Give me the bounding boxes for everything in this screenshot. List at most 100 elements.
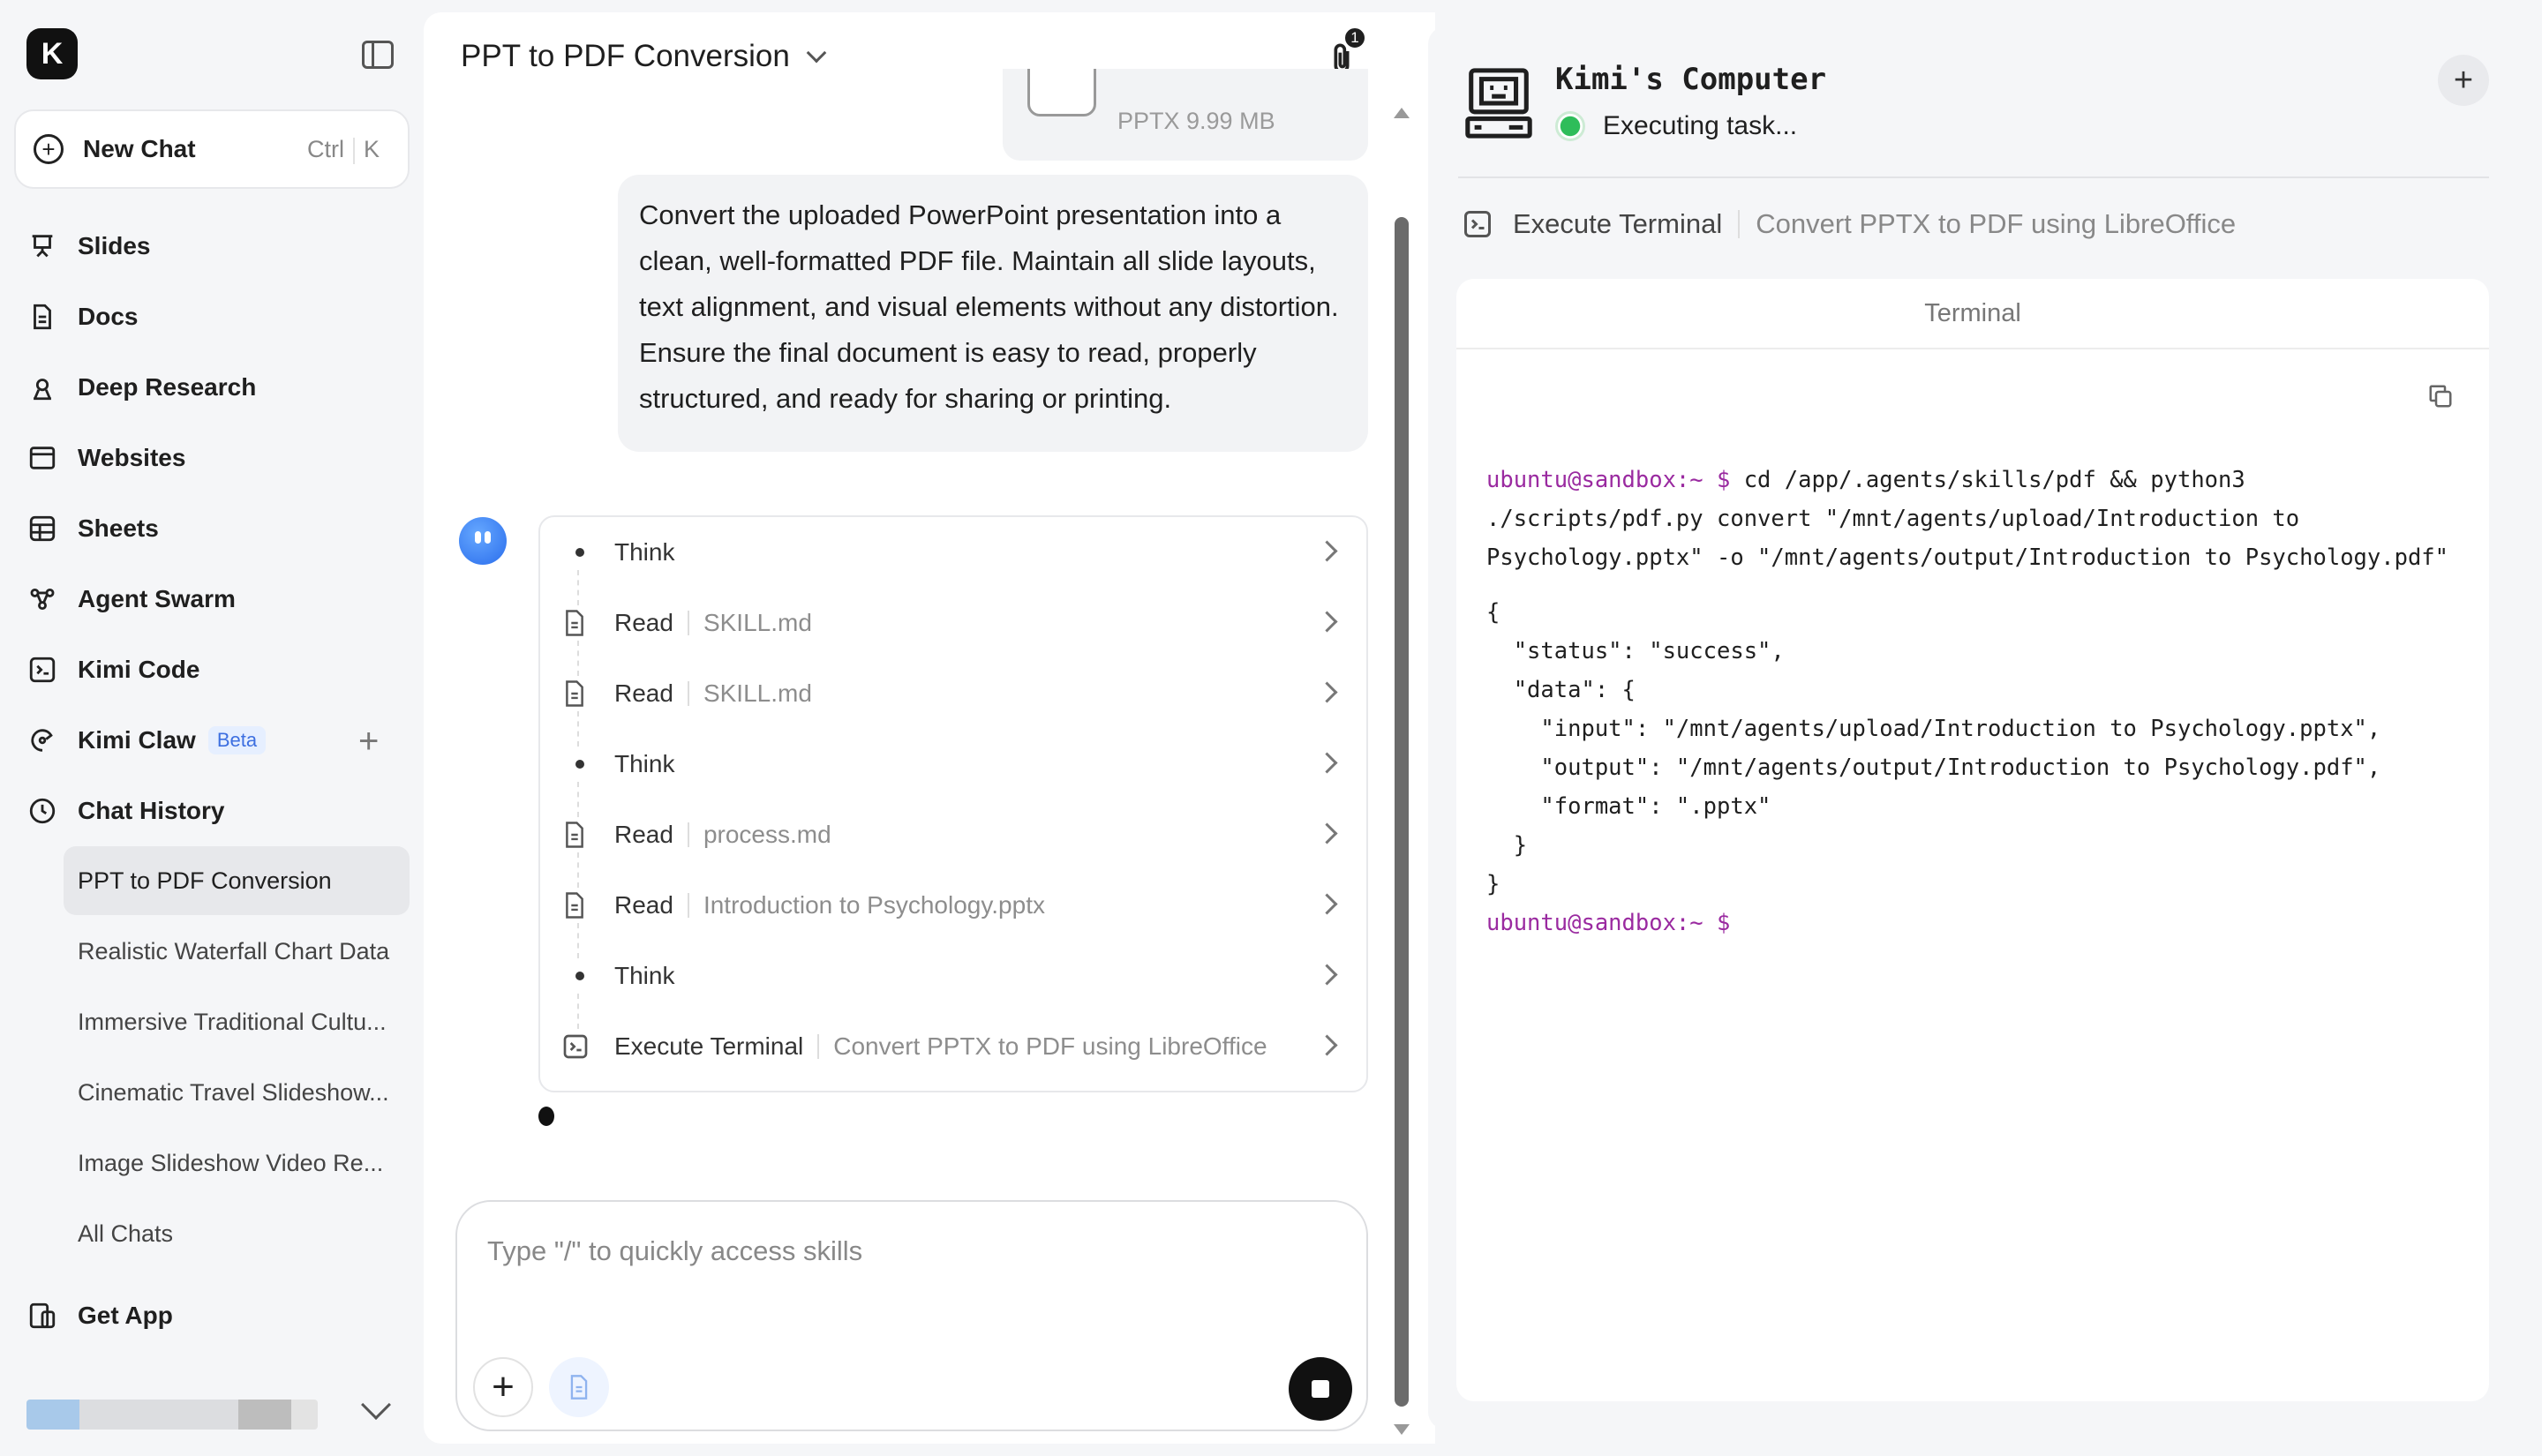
action-separator	[1738, 210, 1741, 238]
step-verb: Execute Terminal	[614, 1032, 804, 1060]
history-item[interactable]: PPT to PDF Conversion	[64, 846, 410, 915]
step-separator	[687, 893, 689, 918]
step-verb: Think	[614, 962, 675, 989]
divider	[1458, 176, 2489, 178]
step-verb: Think	[614, 750, 675, 777]
file-icon	[566, 680, 583, 707]
plus-circle-icon: +	[34, 134, 64, 164]
chat-title: PPT to PDF Conversion	[461, 39, 790, 73]
terminal-icon	[1464, 211, 1491, 237]
file-icon	[566, 892, 583, 919]
stop-icon	[1312, 1380, 1329, 1398]
scroll-up-arrow-icon[interactable]	[1394, 108, 1410, 118]
expand-panel-button[interactable]: +	[2438, 55, 2489, 106]
agent-swarm-icon	[26, 583, 58, 615]
step-read[interactable]: Read process.md	[540, 799, 1366, 888]
bullet-icon	[575, 760, 584, 769]
history-item[interactable]: Immersive Traditional Cultu...	[64, 987, 410, 1056]
terminal-output[interactable]: ubuntu@sandbox:~ $ cd /app/.agents/skill…	[1486, 461, 2471, 942]
step-think[interactable]: Think	[540, 941, 1366, 1029]
sidebar-item-kimi-claw[interactable]: Kimi Claw Beta	[26, 716, 267, 765]
pptx-file-icon	[1027, 69, 1096, 116]
chat-title-dropdown[interactable]: PPT to PDF Conversion	[461, 39, 827, 74]
chevron-down-icon[interactable]	[361, 1390, 391, 1420]
step-read[interactable]: Read SKILL.md	[540, 588, 1366, 676]
chevron-right-icon	[1316, 681, 1338, 703]
step-execute-terminal[interactable]: Execute Terminal Convert PPTX to PDF usi…	[540, 1011, 1366, 1082]
step-verb: Read	[614, 609, 673, 636]
chevron-right-icon	[1316, 611, 1338, 633]
sidebar-item-websites[interactable]: Websites	[26, 433, 185, 483]
app-root: K + New Chat Ctrl K Slides Docs Deep Res…	[0, 0, 2542, 1456]
computer-icon	[1465, 68, 1532, 139]
add-attachment-button[interactable]: +	[473, 1357, 533, 1417]
clock-icon	[26, 795, 58, 827]
sidebar-item-agent-swarm[interactable]: Agent Swarm	[26, 574, 236, 624]
step-verb: Think	[614, 538, 675, 566]
terminal-window: Terminal ubuntu@sandbox:~ $ cd /app/.age…	[1456, 279, 2489, 1401]
new-chat-label: New Chat	[83, 135, 196, 162]
chevron-down-icon	[806, 42, 827, 64]
computer-title: Kimi's Computer	[1555, 62, 1827, 97]
sidebar-item-chat-history[interactable]: Chat History	[26, 786, 224, 836]
claw-icon	[26, 724, 58, 756]
step-arg: process.md	[703, 821, 831, 848]
terminal-icon	[563, 1034, 588, 1059]
sidebar-item-docs[interactable]: Docs	[26, 292, 138, 341]
stop-button[interactable]	[1289, 1357, 1352, 1421]
uploaded-file-card[interactable]: PPTX 9.99 MB	[1003, 69, 1368, 161]
terminal-json-output: { "status": "success", "data": { "input"…	[1486, 599, 2381, 897]
terminal-prompt: ubuntu@sandbox:~ $	[1486, 910, 1731, 936]
step-arg: SKILL.md	[703, 609, 812, 636]
sidebar-item-sheets[interactable]: Sheets	[26, 504, 159, 553]
step-arg: SKILL.md	[703, 679, 812, 707]
file-icon	[566, 822, 583, 848]
copy-icon[interactable]	[2427, 383, 2454, 409]
status-running-icon	[1555, 111, 1585, 141]
step-read[interactable]: Read Introduction to Psychology.pptx	[540, 870, 1366, 958]
file-meta: PPTX 9.99 MB	[1117, 108, 1275, 134]
sidebar-item-deep-research[interactable]: Deep Research	[26, 363, 256, 412]
history-item[interactable]: Realistic Waterfall Chart Data	[64, 917, 410, 986]
new-chat-button[interactable]: + New Chat Ctrl K	[14, 109, 410, 189]
all-chats-link[interactable]: All Chats	[64, 1199, 410, 1268]
sheets-icon	[26, 513, 58, 544]
sidebar-item-label: Chat History	[78, 797, 225, 824]
history-item[interactable]: Cinematic Travel Slideshow...	[64, 1058, 410, 1127]
docs-mode-button[interactable]	[549, 1357, 609, 1417]
code-icon	[26, 654, 58, 686]
sidebar-item-slides[interactable]: Slides	[26, 221, 150, 271]
user-account-avatar[interactable]	[26, 1400, 318, 1430]
scroll-down-arrow-icon[interactable]	[1394, 1424, 1410, 1435]
step-think[interactable]: Think	[540, 729, 1366, 817]
shortcut-key-ctrl: Ctrl	[306, 136, 344, 162]
chat-scrollbar[interactable]	[1395, 217, 1409, 1407]
sidebar: K + New Chat Ctrl K Slides Docs Deep Res…	[0, 0, 422, 1456]
step-verb: Read	[614, 679, 673, 707]
step-read[interactable]: Read SKILL.md	[540, 658, 1366, 747]
sidebar-item-kimi-code[interactable]: Kimi Code	[26, 645, 199, 694]
step-think[interactable]: Think	[540, 517, 1366, 605]
step-arg: Convert PPTX to PDF using LibreOffice	[833, 1032, 1267, 1060]
composer-placeholder[interactable]: Type "/" to quickly access skills	[487, 1235, 862, 1267]
bullet-icon	[575, 548, 584, 557]
step-separator	[687, 822, 689, 847]
sidebar-item-label: Kimi Code	[78, 656, 200, 683]
history-item[interactable]: Image Slideshow Video Re...	[64, 1129, 410, 1197]
chevron-right-icon	[1316, 964, 1338, 986]
terminal-prompt: ubuntu@sandbox:~ $	[1486, 467, 1731, 493]
get-app-button[interactable]: Get App	[26, 1291, 173, 1340]
sidebar-item-label: Docs	[78, 303, 139, 330]
sidebar-toggle-icon[interactable]	[362, 41, 394, 69]
status-text: Executing task...	[1603, 111, 1798, 140]
terminal-header: Terminal	[1456, 279, 2489, 349]
step-arg: Introduction to Psychology.pptx	[703, 891, 1045, 919]
shortcut-hint: Ctrl K	[298, 132, 388, 167]
attachment-count-badge: 1	[1343, 26, 1366, 49]
add-claw-icon[interactable]: +	[358, 722, 379, 762]
message-composer[interactable]: Type "/" to quickly access skills +	[455, 1200, 1368, 1431]
user-message: Convert the uploaded PowerPoint presenta…	[618, 175, 1368, 452]
kimi-logo[interactable]: K	[26, 28, 78, 79]
step-separator	[687, 681, 689, 706]
step-separator	[687, 611, 689, 635]
